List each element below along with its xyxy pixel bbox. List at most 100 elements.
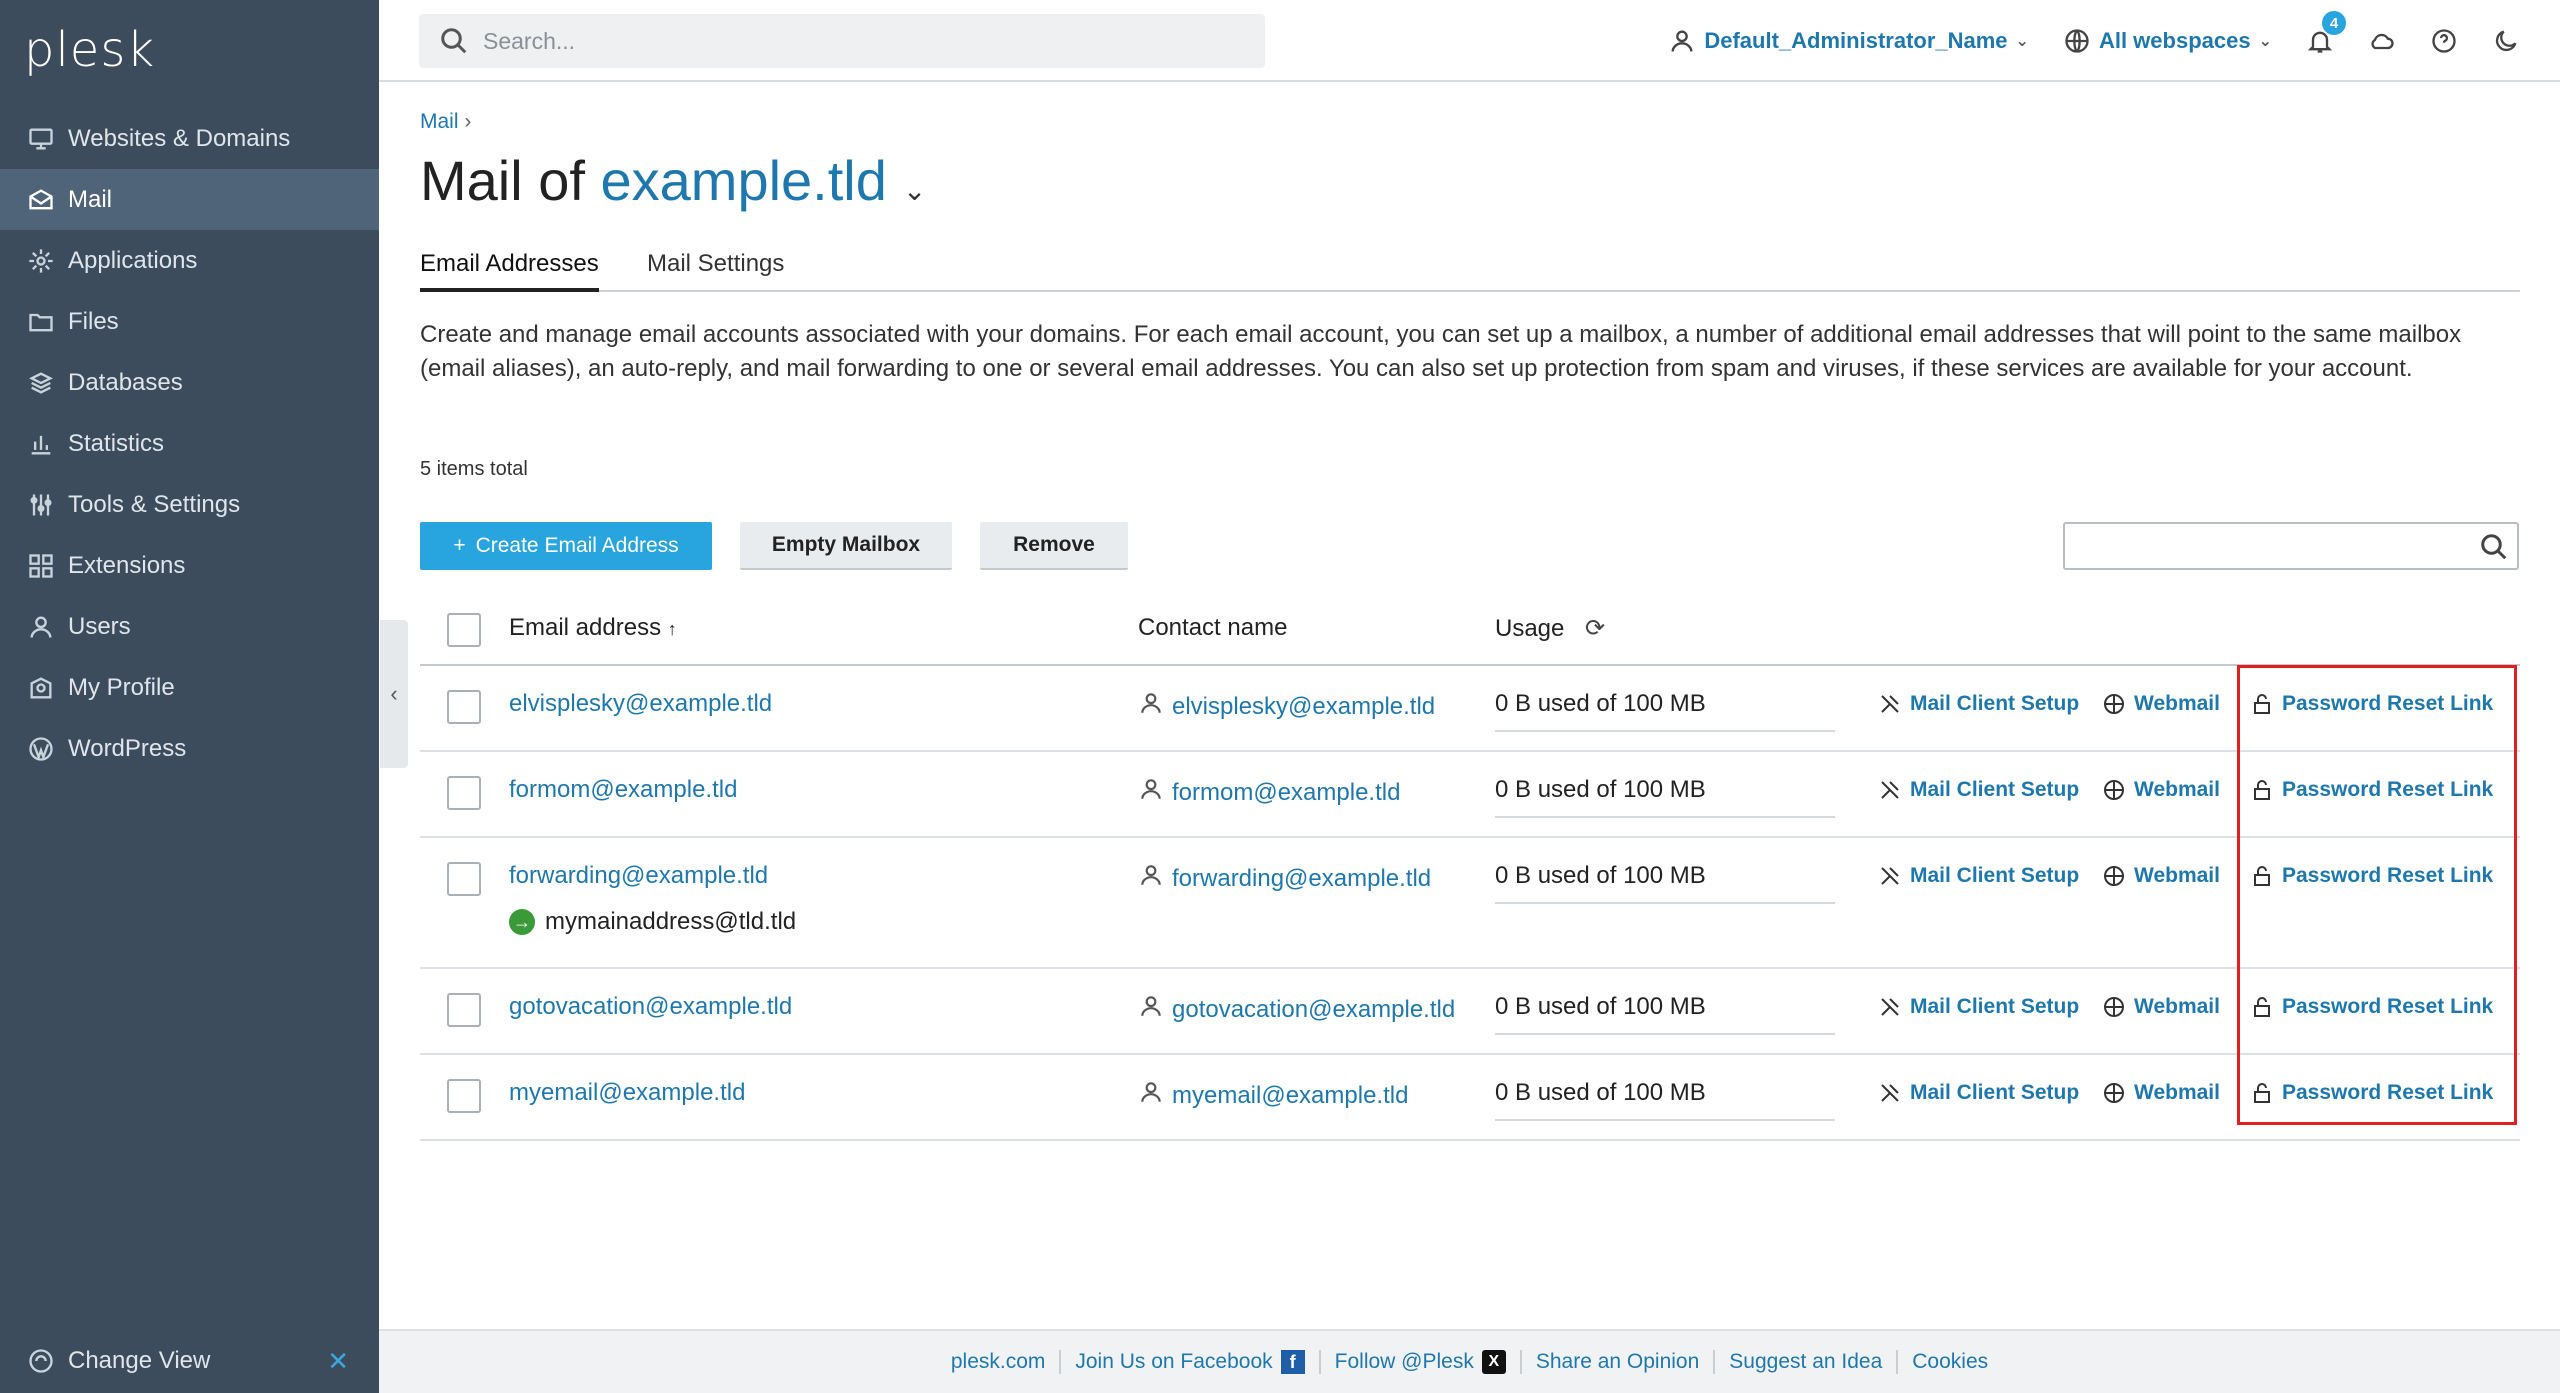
footer-link-plesk[interactable]: plesk.com [937,1350,1062,1374]
contact-column-header: Contact name [1138,614,1288,641]
reset-label: Password Reset Link [2282,1081,2494,1104]
webmail-icon [2104,997,2124,1017]
contact-cell: elvisplesky@example.tld [1138,690,1435,723]
email-link[interactable]: elvisplesky@example.tld [509,690,772,718]
notifications-button[interactable]: 4 [2306,11,2346,55]
footer-link-cookies[interactable]: Cookies [1898,1350,2002,1374]
search-placeholder: Search... [483,27,576,54]
breadcrumb[interactable]: Mail › [420,110,471,134]
sidebar-item-files[interactable]: Files [0,291,379,352]
forwarding-target: → mymainaddress@tld.tld [509,908,796,936]
contact-link[interactable]: forwarding@example.tld [1172,865,1431,893]
tab-email-addresses[interactable]: Email Addresses [420,250,599,292]
mail-client-setup-link[interactable]: Mail Client Setup [1878,692,2079,716]
sidebar-item-label: Extensions [68,551,186,579]
webmail-link[interactable]: Webmail [2102,995,2220,1019]
password-reset-link[interactable]: Password Reset Link [2250,778,2493,802]
sidebar-item-label: Tools & Settings [68,490,241,518]
contact-link[interactable]: myemail@example.tld [1172,1082,1408,1110]
webmail-link[interactable]: Webmail [2102,1081,2220,1105]
row-checkbox[interactable] [447,690,481,724]
sidebar-item-websites-domains[interactable]: Websites & Domains [0,108,379,169]
theme-toggle-button[interactable] [2492,27,2520,55]
empty-mailbox-button[interactable]: Empty Mailbox [740,522,952,570]
select-all-checkbox[interactable] [447,613,481,647]
row-checkbox[interactable] [447,862,481,896]
email-table: Email address ↑ Contact name Usage ⟳ elv… [420,594,2520,1141]
sidebar-item-users[interactable]: Users [0,596,379,657]
password-reset-link[interactable]: Password Reset Link [2250,1081,2493,1105]
contact-link[interactable]: elvisplesky@example.tld [1172,693,1435,721]
mail-client-setup-link[interactable]: Mail Client Setup [1878,778,2079,802]
close-icon[interactable]: ✕ [327,1346,349,1377]
password-reset-link[interactable]: Password Reset Link [2250,692,2493,716]
mail-client-setup-link[interactable]: Mail Client Setup [1878,995,2079,1019]
breadcrumb-mail[interactable]: Mail [420,110,459,133]
password-reset-link[interactable]: Password Reset Link [2250,864,2493,888]
tools-icon [1881,781,1899,799]
title-prefix: Mail of [420,149,601,212]
create-email-address-button[interactable]: + Create Email Address [420,522,712,570]
footer-link-idea[interactable]: Suggest an Idea [1715,1350,1899,1374]
user-name: Default_Administrator_Name [1704,28,2008,53]
chevron-down-icon[interactable]: ⌄ [903,175,926,206]
list-search-input[interactable] [2063,522,2519,570]
contact-link[interactable]: formom@example.tld [1172,779,1400,807]
help-button[interactable] [2430,27,2458,55]
contact-cell: forwarding@example.tld [1138,862,1431,895]
sidebar-item-databases[interactable]: Databases [0,352,379,413]
row-checkbox[interactable] [447,776,481,810]
top-right-controls: Default_Administrator_Name ⌄ All webspac… [1668,0,2520,82]
mail-client-setup-link[interactable]: Mail Client Setup [1878,1081,2079,1105]
sidebar-item-mail[interactable]: Mail [0,169,379,230]
sidebar-item-tools-settings[interactable]: Tools & Settings [0,474,379,535]
contact-link[interactable]: gotovacation@example.tld [1172,996,1455,1024]
password-reset-link[interactable]: Password Reset Link [2250,995,2493,1019]
sidebar-item-statistics[interactable]: Statistics [0,413,379,474]
mail-client-setup-link[interactable]: Mail Client Setup [1878,864,2079,888]
sidebar-item-label: Mail [68,185,113,213]
webmail-link[interactable]: Webmail [2102,864,2220,888]
sidebar-collapse-toggle[interactable]: ‹ [380,620,408,768]
sidebar-item-extensions[interactable]: Extensions [0,535,379,596]
x-logo-icon: X [1481,1350,1506,1374]
moon-icon [2495,30,2517,52]
email-link[interactable]: gotovacation@example.tld [509,993,792,1021]
table-row: formom@example.tld formom@example.tld 0 … [420,752,2520,838]
title-domain[interactable]: example.tld [601,149,887,212]
cloud-button[interactable] [2368,27,2396,55]
row-checkbox[interactable] [447,993,481,1027]
footer-link-opinion[interactable]: Share an Opinion [1522,1350,1716,1374]
sidebar-item-my-profile[interactable]: My Profile [0,657,379,718]
webmail-label: Webmail [2134,995,2220,1018]
webmail-link[interactable]: Webmail [2102,778,2220,802]
webmail-label: Webmail [2134,778,2220,801]
webmail-link[interactable]: Webmail [2102,692,2220,716]
webspaces-menu[interactable]: All webspaces ⌄ [2063,27,2272,55]
refresh-icon[interactable]: ⟳ [1585,615,1605,642]
change-view-button[interactable]: Change View ✕ [0,1329,379,1393]
sidebar-item-wordpress[interactable]: WordPress [0,718,379,779]
email-link[interactable]: myemail@example.tld [509,1079,745,1107]
plesk-logo[interactable]: plesk [24,22,155,78]
user-menu[interactable]: Default_Administrator_Name ⌄ [1668,27,2029,55]
email-link[interactable]: formom@example.tld [509,776,737,804]
tab-mail-settings[interactable]: Mail Settings [647,250,784,288]
sidebar-item-label: Databases [68,368,183,396]
footer-link-follow[interactable]: Follow @Plesk X [1321,1350,1522,1374]
footer-link-facebook[interactable]: Join Us on Facebook f [1061,1350,1321,1374]
row-checkbox[interactable] [447,1079,481,1113]
database-icon [26,368,56,398]
monitor-icon [26,124,56,154]
email-column-header[interactable]: Email address ↑ [509,614,677,642]
change-view-label: Change View [68,1347,211,1374]
sidebar-item-label: Files [68,307,119,335]
search-icon [2481,534,2507,560]
email-link[interactable]: forwarding@example.tld [509,862,768,890]
remove-button[interactable]: Remove [980,522,1128,570]
webmail-icon [2104,866,2124,886]
wordpress-icon [26,734,56,764]
sidebar-item-applications[interactable]: Applications [0,230,379,291]
global-search-input[interactable]: Search... [419,14,1265,68]
chevron-down-icon: ⌄ [2258,33,2272,50]
